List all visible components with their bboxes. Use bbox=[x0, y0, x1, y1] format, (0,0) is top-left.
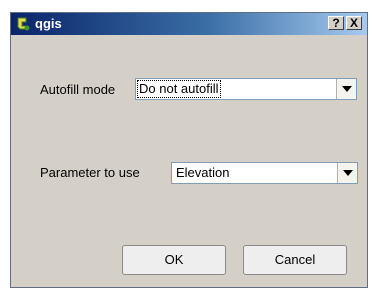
title-bar[interactable]: qgis ? X bbox=[11, 13, 367, 35]
autofill-mode-label: Autofill mode bbox=[40, 82, 116, 97]
chevron-down-icon bbox=[342, 86, 352, 92]
autofill-dropdown-button[interactable] bbox=[336, 79, 356, 99]
parameter-dropdown-button[interactable] bbox=[337, 163, 357, 183]
autofill-mode-select[interactable]: Do not autofill bbox=[135, 78, 357, 100]
autofill-mode-value: Do not autofill bbox=[137, 80, 221, 98]
ok-button[interactable]: OK bbox=[122, 245, 226, 275]
dialog-window: qgis ? X Autofill mode Do not autofill P… bbox=[10, 12, 368, 288]
cancel-button[interactable]: Cancel bbox=[243, 245, 347, 275]
close-button[interactable]: X bbox=[346, 16, 362, 30]
help-button[interactable]: ? bbox=[328, 16, 344, 30]
qgis-logo-icon bbox=[15, 16, 31, 32]
chevron-down-icon bbox=[343, 170, 353, 176]
parameter-label: Parameter to use bbox=[40, 165, 140, 180]
window-title: qgis bbox=[35, 16, 62, 31]
parameter-select[interactable]: Elevation bbox=[171, 162, 358, 184]
parameter-value: Elevation bbox=[176, 165, 230, 180]
